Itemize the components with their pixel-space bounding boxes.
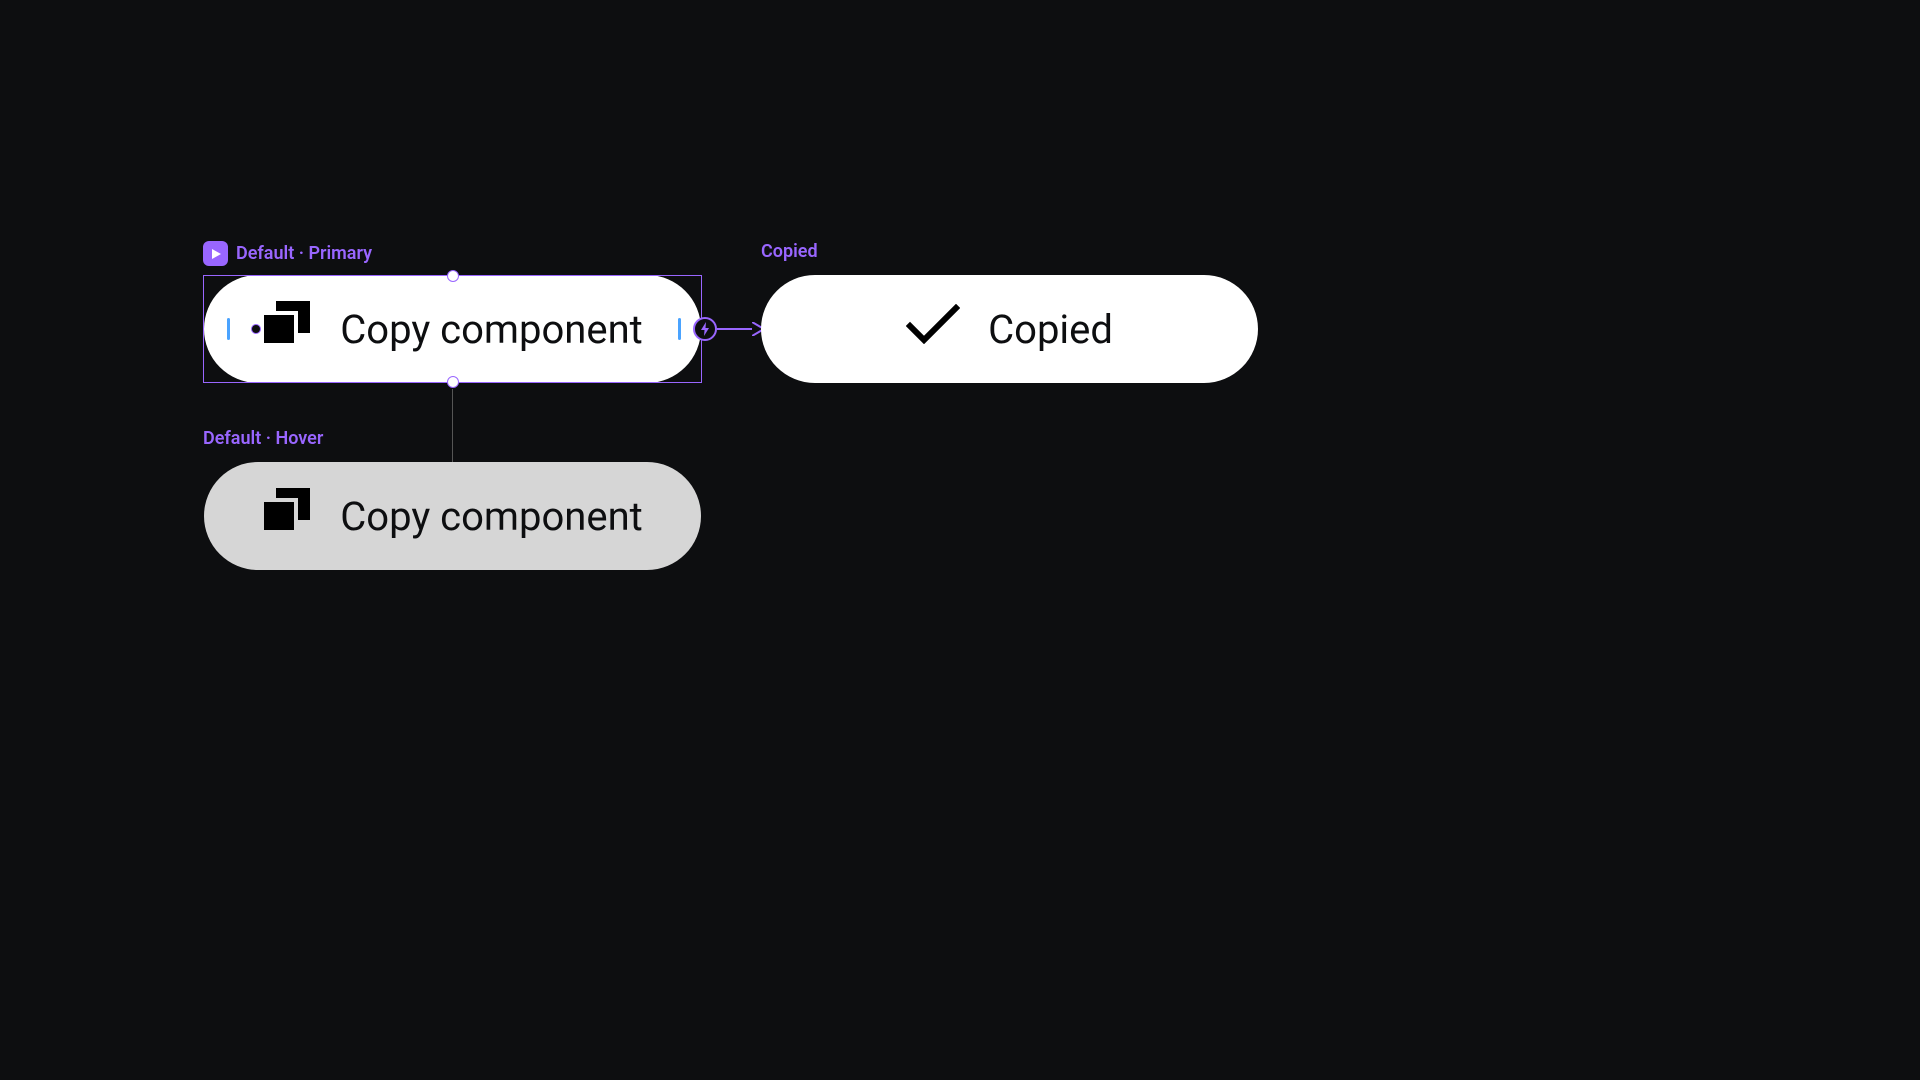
button-label: Copy component (340, 306, 643, 353)
interaction-icon (693, 317, 717, 341)
prototype-connection-hover[interactable] (452, 389, 453, 462)
button-hover[interactable]: Copy component (204, 462, 701, 570)
variant-label-hover[interactable]: Default · Hover (203, 428, 323, 449)
check-icon (906, 304, 960, 354)
variant-label-text: Default · Primary (236, 243, 372, 264)
prototype-connection-copied[interactable] (693, 317, 764, 341)
button-primary[interactable]: Copy component (204, 275, 701, 383)
button-copied[interactable]: Copied (761, 275, 1258, 383)
child-selection-dot[interactable] (251, 324, 261, 334)
copy-icon (262, 301, 312, 357)
padding-handle-left[interactable] (227, 318, 230, 340)
variant-label-primary[interactable]: Default · Primary (203, 241, 372, 266)
copy-icon (262, 488, 312, 544)
play-icon (203, 241, 228, 266)
button-label: Copy component (340, 493, 643, 540)
variant-label-text: Default · Hover (203, 428, 323, 449)
design-canvas[interactable]: Default · Primary Copy component Default… (0, 0, 1456, 816)
button-label: Copied (988, 306, 1113, 353)
variant-label-copied[interactable]: Copied (761, 241, 818, 262)
connection-line (717, 328, 752, 330)
variant-label-text: Copied (761, 241, 818, 262)
padding-handle-right[interactable] (678, 318, 681, 340)
